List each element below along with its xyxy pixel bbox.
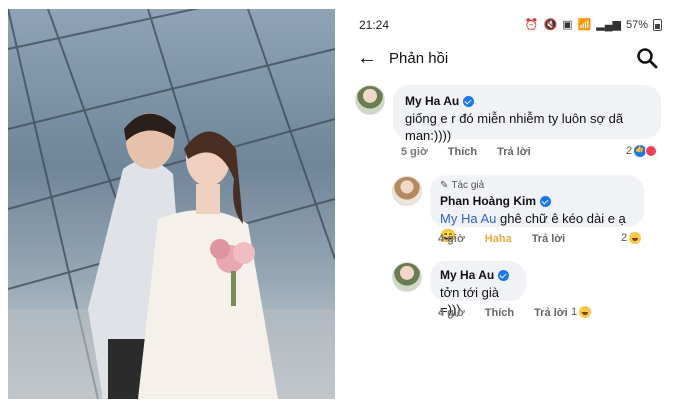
- reaction-summary[interactable]: 2: [626, 145, 658, 157]
- comment-author-name: My Ha Au: [405, 94, 460, 108]
- wedding-photo-illustration: [8, 9, 335, 399]
- mute-icon: 🔇: [543, 19, 558, 31]
- mention-link[interactable]: My Ha Au: [440, 211, 496, 226]
- wifi-icon: 📶: [577, 19, 592, 31]
- verified-icon: [540, 195, 552, 207]
- comment-actions: 5 giờ Thích Trả lời: [401, 146, 531, 158]
- status-icons: ⏰ 🔇 ▣ 📶 ▂▄▆ 57%: [525, 18, 662, 31]
- phone-screen: 21:24 ⏰ 🔇 ▣ 📶 ▂▄▆ 57% ← Phản hồi My Ha A…: [345, 9, 672, 399]
- haha-button[interactable]: Haha: [485, 233, 512, 245]
- comment-bubble: My Ha Au giống e r đó miễn nhiễm ty luôn…: [393, 85, 661, 143]
- reaction-count: 1: [571, 306, 578, 318]
- reply-actions: 4 giờ Haha Trả lời: [438, 233, 565, 245]
- status-bar: 21:24 ⏰ 🔇 ▣ 📶 ▂▄▆ 57%: [345, 9, 672, 41]
- reply-author[interactable]: My Ha Au: [440, 268, 510, 282]
- verified-icon: [463, 95, 475, 107]
- haha-reaction-icon: [629, 232, 642, 244]
- like-button[interactable]: Thích: [485, 307, 514, 319]
- reaction-summary[interactable]: 1: [571, 306, 592, 318]
- reply-button[interactable]: Trả lời: [532, 233, 566, 245]
- status-time: 21:24: [359, 18, 390, 32]
- reply-author-name: Phan Hoàng Kim: [440, 194, 537, 208]
- reply-bubble: ✎ Tác giả Phan Hoàng Kim My Ha Au ghê ch…: [430, 175, 644, 243]
- verified-icon: [498, 269, 510, 281]
- reaction-count: 2: [626, 145, 633, 157]
- arrow-left-icon[interactable]: ←: [357, 47, 377, 69]
- avatar-phan-hoang-kim[interactable]: [392, 176, 422, 206]
- pencil-icon: ✎: [440, 180, 449, 191]
- heart-reaction-icon: [645, 145, 658, 157]
- reaction-count: 2: [621, 232, 628, 244]
- reply-author-name: My Ha Au: [440, 268, 495, 282]
- page-title: Phản hồi: [389, 50, 449, 67]
- screenshot-root: 21:24 ⏰ 🔇 ▣ 📶 ▂▄▆ 57% ← Phản hồi My Ha A…: [0, 0, 680, 408]
- app-bar: ← Phản hồi: [345, 41, 672, 77]
- comment-author[interactable]: My Ha Au: [405, 94, 475, 108]
- author-badge-label: Tác giả: [451, 180, 485, 191]
- reply-time: 4 giờ: [438, 233, 465, 245]
- haha-reaction-icon: [579, 306, 592, 318]
- reply-button[interactable]: Trả lời: [497, 146, 531, 158]
- reaction-summary[interactable]: 2: [621, 232, 642, 244]
- reply-bubble: My Ha Au tởn tới già =))): [430, 261, 526, 317]
- comment-text: giống e r đó miễn nhiễm ty luôn sợ dã ma…: [405, 111, 624, 143]
- wedding-photo: [8, 9, 335, 399]
- avatar-my-ha-au[interactable]: [392, 262, 422, 292]
- battery-percent: 57%: [625, 18, 648, 31]
- author-badge: ✎ Tác giả: [440, 180, 634, 191]
- like-button[interactable]: Thích: [448, 146, 477, 158]
- signal-icon: ▂▄▆: [596, 19, 621, 31]
- sim-icon: ▣: [562, 19, 573, 31]
- reply-button[interactable]: Trả lời: [534, 307, 568, 319]
- alarm-icon: ⏰: [524, 19, 539, 31]
- reply-time: 4 giờ: [438, 307, 465, 319]
- comment-time: 5 giờ: [401, 146, 428, 158]
- reply-actions: 4 giờ Thích Trả lời: [438, 307, 568, 319]
- search-icon[interactable]: [636, 47, 658, 69]
- avatar-my-ha-au[interactable]: [355, 85, 385, 115]
- reply-author[interactable]: Phan Hoàng Kim: [440, 194, 552, 208]
- battery-icon: [653, 18, 662, 31]
